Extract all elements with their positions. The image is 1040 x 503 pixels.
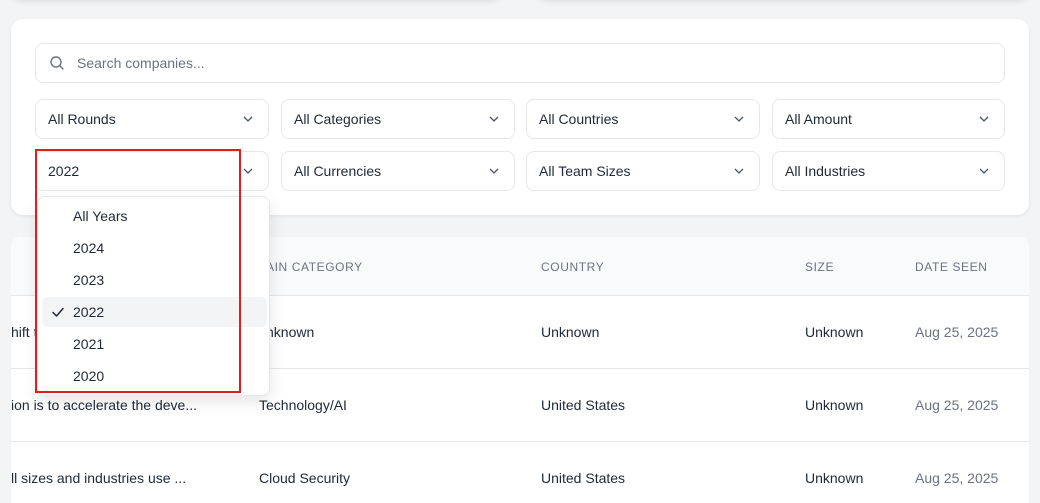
year-option-label: 2021 [73,336,105,352]
column-header-size[interactable]: SIZE [805,260,834,274]
search-input[interactable] [77,55,957,71]
team-sizes-select[interactable]: All Team Sizes [526,151,760,191]
cell-size: Unknown [805,324,864,340]
filter-panel: All Rounds All Categories All Countries … [11,19,1029,215]
year-select-value: 2022 [48,163,80,179]
chevron-down-icon [489,116,499,122]
countries-select[interactable]: All Countries [526,99,760,139]
year-option-label: All Years [73,208,128,224]
cell-country: United States [541,397,626,413]
column-header-date-seen[interactable]: DATE SEEN [915,260,988,274]
year-select[interactable]: 2022 [35,151,269,191]
cell-date-seen: Aug 25, 2025 [915,397,999,413]
year-dropdown-menu: All Years 2024 2023 2022 2021 2020 [37,196,270,396]
chevron-down-icon [243,168,253,174]
chevron-down-icon [243,116,253,122]
year-option[interactable]: 2024 [42,233,267,263]
categories-select-value: All Categories [294,111,382,127]
cell-date-seen: Aug 25, 2025 [915,470,999,486]
chevron-down-icon [734,116,744,122]
year-option[interactable]: 2021 [42,329,267,359]
year-option-label: 2024 [73,240,105,256]
amount-select[interactable]: All Amount [772,99,1005,139]
check-icon [52,307,64,317]
cell-date-seen: Aug 25, 2025 [915,324,999,340]
chevron-down-icon [734,168,744,174]
cell-size: Unknown [805,397,864,413]
cell-description: ion is to accelerate the deve... [11,397,197,413]
cell-category: Cloud Security [259,470,351,486]
year-option-selected[interactable]: 2022 [42,297,267,327]
categories-select[interactable]: All Categories [281,99,515,139]
cell-country: Unknown [541,324,600,340]
chevron-down-icon [489,168,499,174]
countries-select-value: All Countries [539,111,619,127]
year-option[interactable]: 2020 [42,361,267,391]
year-option-label: 2020 [73,368,105,384]
column-header-category[interactable]: AIN CATEGORY [266,260,363,274]
cell-category: nknown [266,324,315,340]
rounds-select-value: All Rounds [48,111,116,127]
year-option[interactable]: All Years [42,201,267,231]
search-box[interactable] [35,43,1005,83]
amount-select-value: All Amount [785,111,852,127]
rounds-select[interactable]: All Rounds [35,99,269,139]
cell-category: Technology/AI [259,397,347,413]
search-icon [50,56,64,70]
column-header-country[interactable]: COUNTRY [541,260,604,274]
cell-description: ll sizes and industries use ... [11,470,187,486]
currencies-select[interactable]: All Currencies [281,151,515,191]
team-sizes-select-value: All Team Sizes [539,163,631,179]
table-row[interactable]: ll sizes and industries use ... Cloud Se… [11,442,1029,503]
chevron-down-icon [979,116,989,122]
year-option-label: 2023 [73,272,105,288]
cell-size: Unknown [805,470,864,486]
year-option[interactable]: 2023 [42,265,267,295]
currencies-select-value: All Currencies [294,163,382,179]
industries-select[interactable]: All Industries [772,151,1005,191]
chevron-down-icon [979,168,989,174]
industries-select-value: All Industries [785,163,866,179]
year-option-label: 2022 [73,304,105,320]
cell-country: United States [541,470,626,486]
